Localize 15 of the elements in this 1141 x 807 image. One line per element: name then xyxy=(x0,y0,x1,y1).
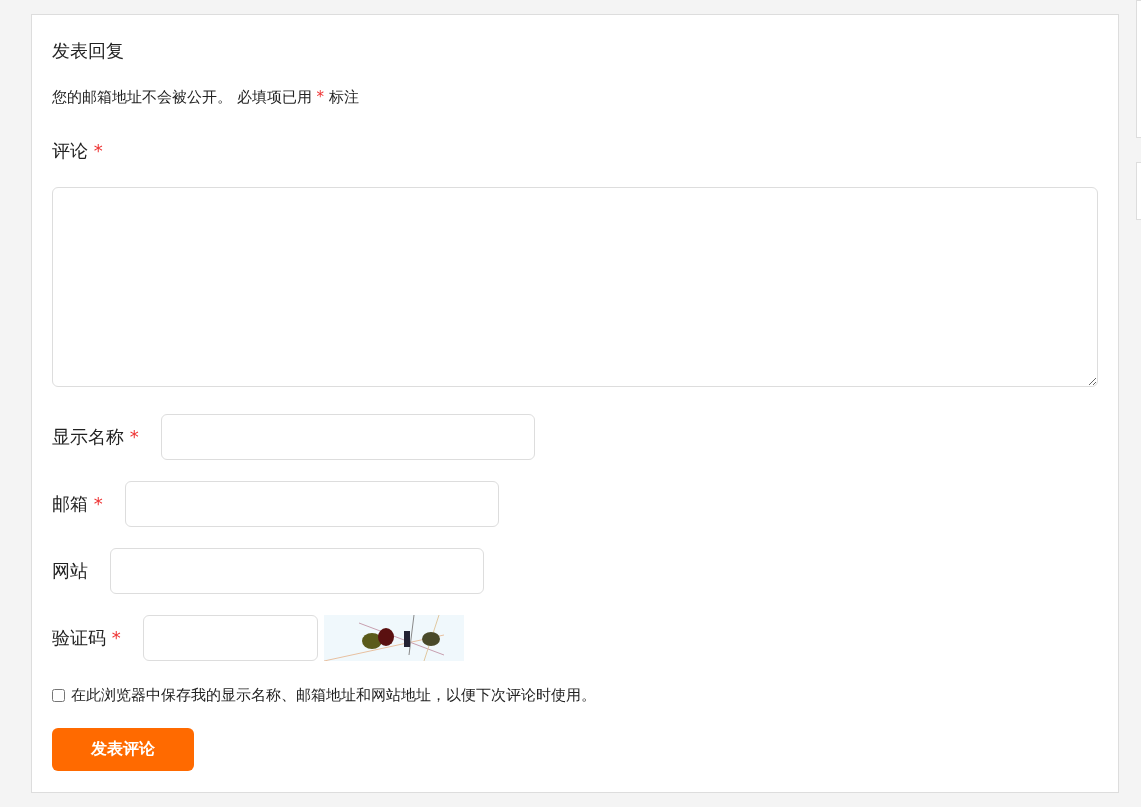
form-notes: 您的邮箱地址不会被公开。 必填项已用 * 标注 xyxy=(52,87,360,107)
field-label: 显示名称 * xyxy=(52,425,139,449)
remember-checkbox[interactable] xyxy=(52,689,65,702)
input-field[interactable] xyxy=(142,615,318,661)
comment-label: 评论 * xyxy=(52,139,104,163)
field-label: 验证码 * xyxy=(52,626,121,650)
field-label: 网站 xyxy=(52,559,88,583)
checkbox-label: 在此浏览器中保存我的显示名称、邮箱地址和网站地址，以便下次评论时使用。 xyxy=(71,686,596,705)
input-field[interactable] xyxy=(160,414,535,460)
field-label: 邮箱 * xyxy=(52,492,103,516)
comment-textarea[interactable] xyxy=(52,187,1098,387)
submit-button[interactable]: 发表评论 xyxy=(52,728,194,771)
input-field[interactable] xyxy=(124,481,499,527)
form-title: 发表回复 xyxy=(52,39,125,63)
input-field[interactable] xyxy=(110,548,484,594)
